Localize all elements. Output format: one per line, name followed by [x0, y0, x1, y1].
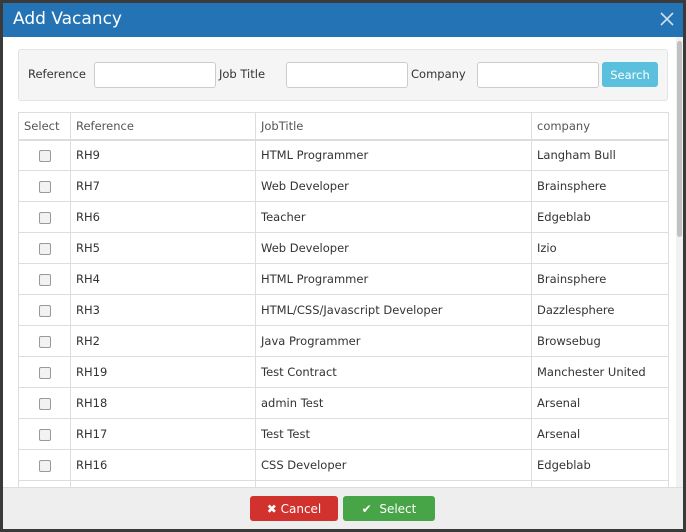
jobtitle-cell: HTML Programmer	[255, 139, 532, 171]
jobtitle-label: Job Title	[219, 67, 266, 81]
row-checkbox[interactable]	[38, 397, 51, 410]
check-icon: ✔	[361, 501, 380, 516]
company-cell: Dazzlesphere	[531, 294, 669, 326]
table-row[interactable]: RH19 Test Contract Manchester United	[18, 356, 669, 388]
reference-cell: RH7	[70, 170, 256, 202]
jobtitle-cell: HTML/CSS/Javascript Developer	[255, 294, 532, 326]
company-cell: Arsenal	[531, 387, 669, 419]
table-row[interactable]: RH18 admin Test Arsenal	[18, 387, 669, 419]
table-row[interactable]: RH16 CSS Developer Edgeblab	[18, 449, 669, 481]
table-row[interactable]: RH17 Test Test Arsenal	[18, 418, 669, 450]
company-cell: Manchester United	[531, 356, 669, 388]
row-checkbox[interactable]	[38, 304, 51, 317]
header-company: company	[531, 112, 669, 141]
reference-cell: RH9	[70, 139, 256, 171]
company-cell: Edgeblab	[531, 449, 669, 481]
row-checkbox[interactable]	[38, 180, 51, 193]
select-button[interactable]: ✔ Select	[343, 496, 435, 521]
scrollbar[interactable]	[676, 37, 683, 487]
table-row[interactable]: RH5 Web Developer Izio	[18, 232, 669, 264]
select-cell	[18, 356, 71, 388]
scrollbar-thumb[interactable]	[677, 41, 682, 237]
select-cell	[18, 201, 71, 233]
reference-cell: RH3	[70, 294, 256, 326]
modal-header: Add Vacancy	[3, 3, 683, 37]
cancel-label: Cancel	[280, 501, 322, 516]
table-row[interactable]: RH7 Web Developer Brainsphere	[18, 170, 669, 202]
row-checkbox[interactable]	[38, 459, 51, 472]
modal-title: Add Vacancy	[13, 9, 122, 29]
times-icon: ✖	[266, 501, 281, 516]
company-cell: Brainsphere	[531, 170, 669, 202]
search-button[interactable]: Search	[602, 62, 658, 87]
company-input[interactable]	[477, 62, 599, 88]
row-checkbox[interactable]	[38, 149, 51, 162]
header-select: Select	[18, 112, 71, 141]
reference-cell: RH6	[70, 201, 256, 233]
reference-cell: RH18	[70, 387, 256, 419]
select-cell	[18, 263, 71, 295]
reference-cell: RH5	[70, 232, 256, 264]
select-cell	[18, 170, 71, 202]
reference-cell: RH16	[70, 449, 256, 481]
table-row[interactable]: RH2 Java Programmer Browsebug	[18, 325, 669, 357]
select-cell	[18, 294, 71, 326]
reference-input[interactable]	[94, 62, 216, 88]
header-reference: Reference	[70, 112, 256, 141]
company-cell: Brainsphere	[531, 263, 669, 295]
company-cell: Izio	[531, 232, 669, 264]
reference-cell: RH4	[70, 263, 256, 295]
close-icon[interactable]	[657, 9, 677, 29]
reference-cell: RH19	[70, 356, 256, 388]
table-row[interactable]: RH4 HTML Programmer Brainsphere	[18, 263, 669, 295]
row-checkbox[interactable]	[38, 242, 51, 255]
jobtitle-cell: Web Developer	[255, 232, 532, 264]
select-cell	[18, 325, 71, 357]
select-cell	[18, 449, 71, 481]
modal-body: Reference Job Title Company Search Selec…	[3, 37, 683, 487]
table-row[interactable]: RH9 HTML Programmer Langham Bull	[18, 139, 669, 171]
select-cell	[18, 418, 71, 450]
row-checkbox[interactable]	[38, 273, 51, 286]
filter-panel: Reference Job Title Company Search	[18, 49, 668, 101]
jobtitle-input[interactable]	[286, 62, 408, 88]
cancel-button[interactable]: ✖ Cancel	[250, 496, 338, 521]
select-cell	[18, 232, 71, 264]
row-checkbox[interactable]	[38, 335, 51, 348]
company-cell: Langham Bull	[531, 139, 669, 171]
row-checkbox[interactable]	[38, 428, 51, 441]
add-vacancy-modal: Add Vacancy Reference Job Title Company …	[3, 3, 683, 529]
jobtitle-cell: Test Contract	[255, 356, 532, 388]
select-cell	[18, 139, 71, 171]
reference-label: Reference	[28, 67, 86, 81]
table-header-row: Select Reference JobTitle company	[18, 112, 669, 141]
company-cell: Arsenal	[531, 418, 669, 450]
company-cell: Browsebug	[531, 325, 669, 357]
reference-cell: RH17	[70, 418, 256, 450]
jobtitle-cell: admin Test	[255, 387, 532, 419]
jobtitle-cell: HTML Programmer	[255, 263, 532, 295]
reference-cell: RH2	[70, 325, 256, 357]
jobtitle-cell: Teacher	[255, 201, 532, 233]
select-cell	[18, 387, 71, 419]
company-cell: Edgeblab	[531, 201, 669, 233]
company-label: Company	[411, 67, 466, 81]
row-checkbox[interactable]	[38, 366, 51, 379]
table-row[interactable]: RH3 HTML/CSS/Javascript Developer Dazzle…	[18, 294, 669, 326]
vacancy-table: Select Reference JobTitle company RH9 HT…	[18, 112, 669, 487]
header-jobtitle: JobTitle	[255, 112, 532, 141]
jobtitle-cell: Test Test	[255, 418, 532, 450]
row-checkbox[interactable]	[38, 211, 51, 224]
modal-footer: ✖ Cancel ✔ Select	[3, 487, 683, 529]
jobtitle-cell: Web Developer	[255, 170, 532, 202]
table-row[interactable]: RH6 Teacher Edgeblab	[18, 201, 669, 233]
select-label: Select	[379, 501, 417, 516]
jobtitle-cell: CSS Developer	[255, 449, 532, 481]
jobtitle-cell: Java Programmer	[255, 325, 532, 357]
